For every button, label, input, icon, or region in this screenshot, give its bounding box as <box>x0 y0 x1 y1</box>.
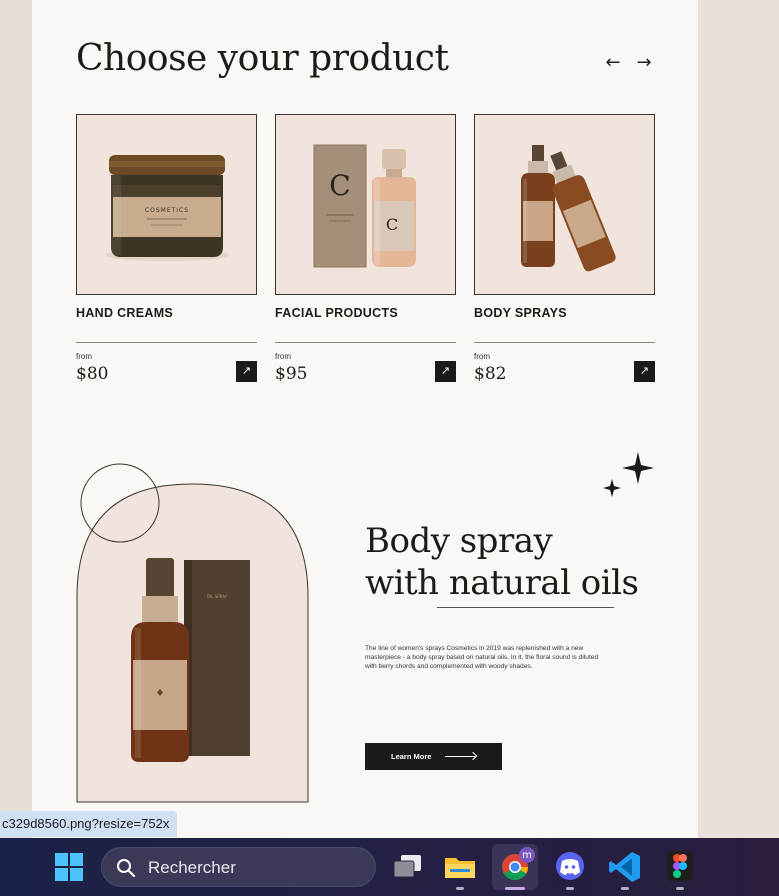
running-indicator <box>621 887 629 890</box>
product-name: BODY SPRAYS <box>474 306 567 320</box>
product-card-hand-creams[interactable]: COSMETICS HAND CREAMS from $80 ↗ <box>76 114 257 384</box>
svg-text:COSMETICS: COSMETICS <box>145 207 189 214</box>
background-strip <box>698 0 779 838</box>
svg-text:C: C <box>386 215 398 234</box>
running-indicator <box>676 887 684 890</box>
chrome-profile-badge: m <box>522 850 532 861</box>
svg-text:♦: ♦ <box>156 688 165 699</box>
divider <box>76 342 257 343</box>
discord-icon[interactable] <box>547 844 593 890</box>
product-name: HAND CREAMS <box>76 306 174 320</box>
facial-products-image[interactable]: C C <box>275 114 456 295</box>
hand-cream-jar-image[interactable]: COSMETICS <box>76 114 257 295</box>
feature-divider <box>437 607 614 608</box>
divider <box>275 342 456 343</box>
learn-more-label: Learn More <box>391 752 432 761</box>
product-price: $82 <box>474 364 507 384</box>
product-card-facial-products[interactable]: C C FACIAL PRODUCTS from $95 ↗ <box>275 114 456 384</box>
vscode-icon[interactable] <box>602 844 648 890</box>
long-arrow-icon <box>445 756 475 757</box>
price-from-label: from <box>76 352 92 361</box>
active-indicator <box>505 887 525 890</box>
search-placeholder: Rechercher <box>148 858 236 877</box>
browser-status-url: c329d8560.png?resize=752x <box>0 811 178 837</box>
divider <box>474 342 655 343</box>
svg-text:C: C <box>329 169 350 202</box>
svg-text:OIL SPRAY: OIL SPRAY <box>207 594 228 599</box>
feature-title: Body spray with natural oils <box>365 521 639 603</box>
price-from-label: from <box>474 352 490 361</box>
section-title: Choose your product <box>76 38 449 79</box>
file-explorer-icon[interactable] <box>437 844 483 890</box>
taskbar-search-box[interactable]: Rechercher <box>101 847 376 887</box>
running-indicator <box>566 887 574 890</box>
next-arrow-button[interactable]: → <box>633 52 655 74</box>
prev-arrow-button[interactable]: ← <box>602 52 624 74</box>
task-view-icon[interactable] <box>384 844 430 890</box>
figma-icon[interactable] <box>657 844 703 890</box>
body-spray-bottles-image[interactable] <box>474 114 655 295</box>
learn-more-button[interactable]: Learn More <box>365 743 502 770</box>
chrome-icon[interactable]: m <box>492 844 538 890</box>
product-price: $95 <box>275 364 308 384</box>
arrow-up-right-icon[interactable]: ↗ <box>634 361 655 382</box>
running-indicator <box>456 887 464 890</box>
sparkle-icon <box>603 452 654 497</box>
product-card-body-sprays[interactable]: BODY SPRAYS from $82 ↗ <box>474 114 655 384</box>
arrow-up-right-icon[interactable]: ↗ <box>236 361 257 382</box>
product-name: FACIAL PRODUCTS <box>275 306 399 320</box>
arch-product-image: OIL SPRAY ♦ <box>76 463 309 803</box>
arrow-up-right-icon[interactable]: ↗ <box>435 361 456 382</box>
product-price: $80 <box>76 364 109 384</box>
feature-description: The line of women's sprays Cosmetics in … <box>365 645 599 670</box>
start-icon[interactable] <box>55 853 83 881</box>
search-icon <box>117 859 136 878</box>
webpage: Choose your product ← → COSMETICS HAND C… <box>32 0 698 838</box>
price-from-label: from <box>275 352 291 361</box>
